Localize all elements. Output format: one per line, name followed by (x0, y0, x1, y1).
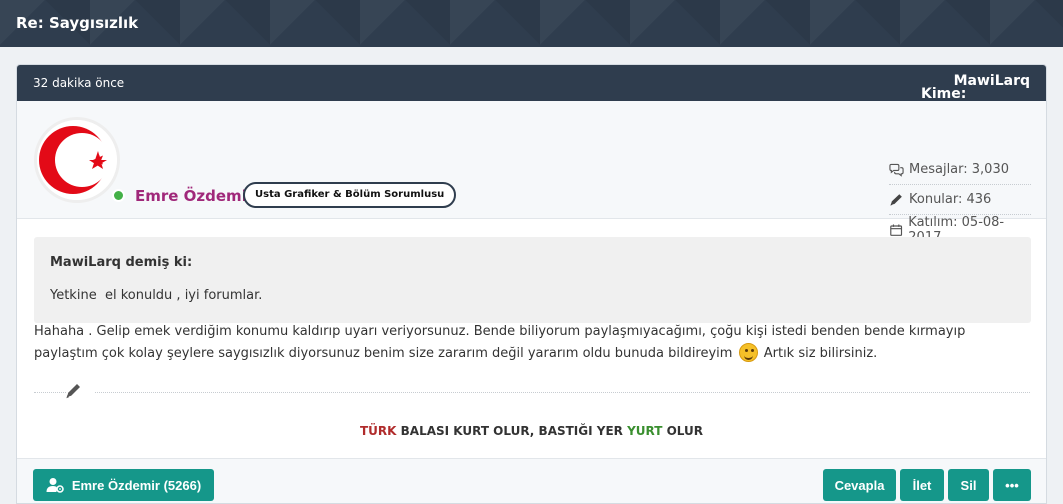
signature-pencil-icon (66, 384, 80, 399)
signature-divider (95, 392, 1030, 393)
quote-author: MawiLarq demiş ki: (50, 255, 193, 270)
reply-button[interactable]: Cevapla (823, 469, 896, 501)
user-cog-icon (46, 478, 64, 493)
avatar[interactable] (34, 117, 120, 203)
signature: TÜRK BALASI KURT OLUR, BASTIĞI YER YURT … (17, 424, 1046, 438)
signature-yurt: YURT (627, 424, 663, 438)
online-status-icon (112, 189, 125, 202)
message-footer: Emre Özdemir (5266) Cevapla İlet Sil ••• (17, 458, 1046, 503)
stat-threads-text: Konular: 436 (909, 192, 992, 207)
private-message-card: 32 dakika önce Kime: MawiLarq Emre Özdem… (16, 64, 1047, 504)
smile-emoji-icon (738, 343, 758, 362)
post-time: 32 dakika önce (33, 76, 125, 90)
author-panel: Emre Özdemir Usta Grafiker & Bölüm Sorum… (17, 101, 1046, 245)
stat-posts: Mesajlar: 3,030 (889, 155, 1031, 185)
quote-text: Yetkine el konuldu , iyi forumlar. (50, 288, 263, 303)
stat-posts-text: Mesajlar: 3,030 (909, 162, 1009, 177)
author-stats: Mesajlar: 3,030 Konular: 436 Katılım: 05… (889, 155, 1031, 245)
author-profile-button-label: Emre Özdemir (5266) (71, 477, 202, 493)
author-name-link[interactable]: Emre Özdemir (135, 187, 254, 205)
forward-button[interactable]: İlet (900, 469, 944, 501)
calendar-icon (890, 224, 903, 236)
quote-block: MawiLarq demiş ki: Yetkine el konuldu , … (34, 237, 1031, 323)
recipient-link[interactable]: MawiLarq (954, 73, 1030, 89)
page-title: Re: Saygısızlık (16, 14, 139, 32)
message-header: 32 dakika önce Kime: MawiLarq (17, 65, 1046, 102)
more-options-button[interactable]: ••• (993, 469, 1031, 501)
signature-middle: BALASI KURT OLUR, BASTIĞI YER (396, 424, 628, 438)
signature-divider-left (34, 392, 66, 393)
message-body: Hahaha . Gelip emek verdiğim konumu kald… (34, 321, 1031, 365)
user-rank-badge: Usta Grafiker & Bölüm Sorumlusu (243, 182, 457, 208)
top-bar: Re: Saygısızlık (0, 0, 1063, 47)
signature-turk: TÜRK (359, 424, 397, 438)
author-profile-button[interactable]: Emre Özdemir (5266) (33, 469, 214, 501)
comments-icon (889, 163, 904, 177)
turkish-flag-avatar-icon (37, 120, 117, 200)
pencil-icon (890, 193, 902, 206)
delete-button[interactable]: Sil (948, 469, 989, 501)
message-body-text-end: Artık siz bilirsiniz. (763, 346, 878, 361)
signature-end: OLUR (662, 424, 703, 438)
stat-threads: Konular: 436 (889, 185, 1031, 215)
